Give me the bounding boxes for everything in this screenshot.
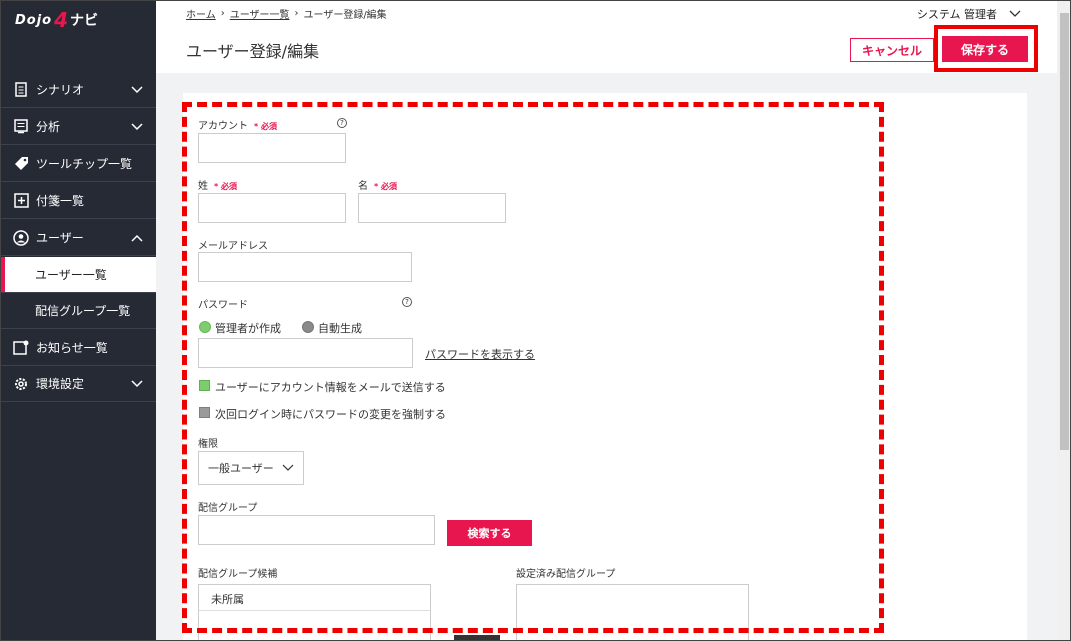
show-password-link[interactable]: パスワードを表示する [425,346,535,362]
chevron-down-icon [282,464,294,471]
first-name-label: 名 * 必須 [358,177,397,192]
sidebar-item-label: 配信グループ一覧 [35,304,131,318]
field-label: 姓 [198,181,208,192]
chevron-up-icon [131,234,143,242]
assigned-label: 設定済み配信グループ [516,569,616,580]
chevron-down-icon [1009,10,1021,17]
logo-suffix: ナビ [70,13,99,29]
field-label: アカウント [198,121,248,132]
chevron-right-icon: › [294,8,299,19]
sidebar-item-group-list[interactable]: 配信グループ一覧 [1,293,156,329]
radio-admin-label: 管理者が作成 [215,322,281,335]
scrollbar[interactable] [1057,1,1070,640]
sidebar-item-settings[interactable]: 環境設定 [1,366,156,402]
send-mail-checkbox[interactable] [199,380,210,391]
sidebar-item-label: 環境設定 [36,377,85,391]
sidebar-item-label: 付箋一覧 [36,194,85,208]
candidates-list[interactable]: 未所属 [198,584,431,640]
send-mail-label: ユーザーにアカウント情報をメールで送信する [215,381,446,394]
sidebar-item-analysis[interactable]: 分析 [1,109,156,145]
sidebar-item-user-list[interactable]: ユーザー一覧 [1,257,156,293]
role-select[interactable]: 一般ユーザー [198,451,304,485]
chevron-down-icon [131,123,143,131]
assigned-list[interactable] [516,584,749,640]
app-window: Dojo 4 ナビ シナリオ 分析 ツールチップ一覧 付箋一覧 ユーザー ユーザ… [0,0,1071,641]
sidebar: Dojo 4 ナビ シナリオ 分析 ツールチップ一覧 付箋一覧 ユーザー ユーザ… [1,1,156,640]
breadcrumb: ホーム › ユーザー一覧 › ユーザー登録/編集 [186,6,387,21]
sticky-note-icon [13,193,29,209]
radio-auto-generate[interactable] [302,321,314,333]
user-icon [13,229,29,246]
breadcrumb-user-list[interactable]: ユーザー一覧 [230,6,290,21]
scrollbar-thumb[interactable] [1060,13,1069,450]
sidebar-item-label: シナリオ [36,83,85,97]
required-badge: * 必須 [374,182,397,191]
password-label: パスワード [198,300,248,311]
user-name: システム 管理者 [916,8,997,21]
account-input[interactable] [198,133,346,163]
sidebar-item-sticky-notes[interactable]: 付箋一覧 [1,183,156,219]
cancel-button[interactable]: キャンセル [850,38,934,62]
save-button[interactable]: 保存する [942,36,1028,62]
required-badge: * 必須 [254,122,277,131]
force-change-label: 次回ログイン時にパスワードの変更を強制する [215,408,446,421]
sidebar-item-scenario[interactable]: シナリオ [1,72,156,108]
list-item[interactable]: 未所属 [199,585,430,611]
search-button[interactable]: 検索する [447,520,532,546]
gear-icon [13,376,29,392]
user-menu[interactable]: システム 管理者 [917,6,1021,22]
sidebar-item-label: 分析 [36,120,61,134]
logo-text: Dojo [15,12,53,28]
group-search-input[interactable] [198,515,435,545]
email-label: メールアドレス [198,241,268,252]
force-change-checkbox[interactable] [199,407,210,418]
radio-auto-label: 自動生成 [318,322,362,335]
last-name-label: 姓 * 必須 [198,177,237,192]
document-icon [13,82,29,98]
field-label: 名 [358,181,368,192]
chevron-down-icon [131,86,143,94]
last-name-input[interactable] [198,193,346,223]
first-name-input[interactable] [358,193,506,223]
chevron-down-icon [131,380,143,388]
sidebar-item-notices[interactable]: お知らせ一覧 [1,330,156,366]
help-icon[interactable]: ? [402,297,412,307]
help-icon[interactable]: ? [337,118,347,128]
chevron-right-icon: › [220,8,225,19]
logo-mark: 4 [54,8,69,32]
sidebar-item-label: ツールチップ一覧 [36,157,133,171]
sidebar-item-label: ユーザー一覧 [35,268,107,282]
sidebar-item-label: ユーザー [36,231,84,245]
breadcrumb-current: ユーザー登録/編集 [303,10,387,21]
group-label: 配信グループ [198,503,258,514]
sidebar-item-label: お知らせ一覧 [36,341,108,355]
password-input[interactable] [198,338,413,368]
page-header: ホーム › ユーザー一覧 › ユーザー登録/編集 ユーザー登録/編集 システム … [156,1,1057,73]
required-badge: * 必須 [214,182,237,191]
email-input[interactable] [198,252,412,282]
app-logo[interactable]: Dojo 4 ナビ [15,7,98,33]
sidebar-item-users[interactable]: ユーザー [1,220,156,256]
breadcrumb-home[interactable]: ホーム [186,6,216,21]
notice-icon [13,340,29,356]
scroll-handle [454,635,500,640]
sidebar-item-tooltips[interactable]: ツールチップ一覧 [1,146,156,182]
page-title: ユーザー登録/編集 [186,42,320,61]
list-icon [13,119,29,135]
role-value: 一般ユーザー [208,462,274,475]
candidates-label: 配信グループ候補 [198,569,278,580]
role-label: 権限 [198,439,218,450]
account-label: アカウント * 必須 [198,117,277,132]
radio-admin-create[interactable] [199,321,211,333]
tag-icon [13,156,29,172]
